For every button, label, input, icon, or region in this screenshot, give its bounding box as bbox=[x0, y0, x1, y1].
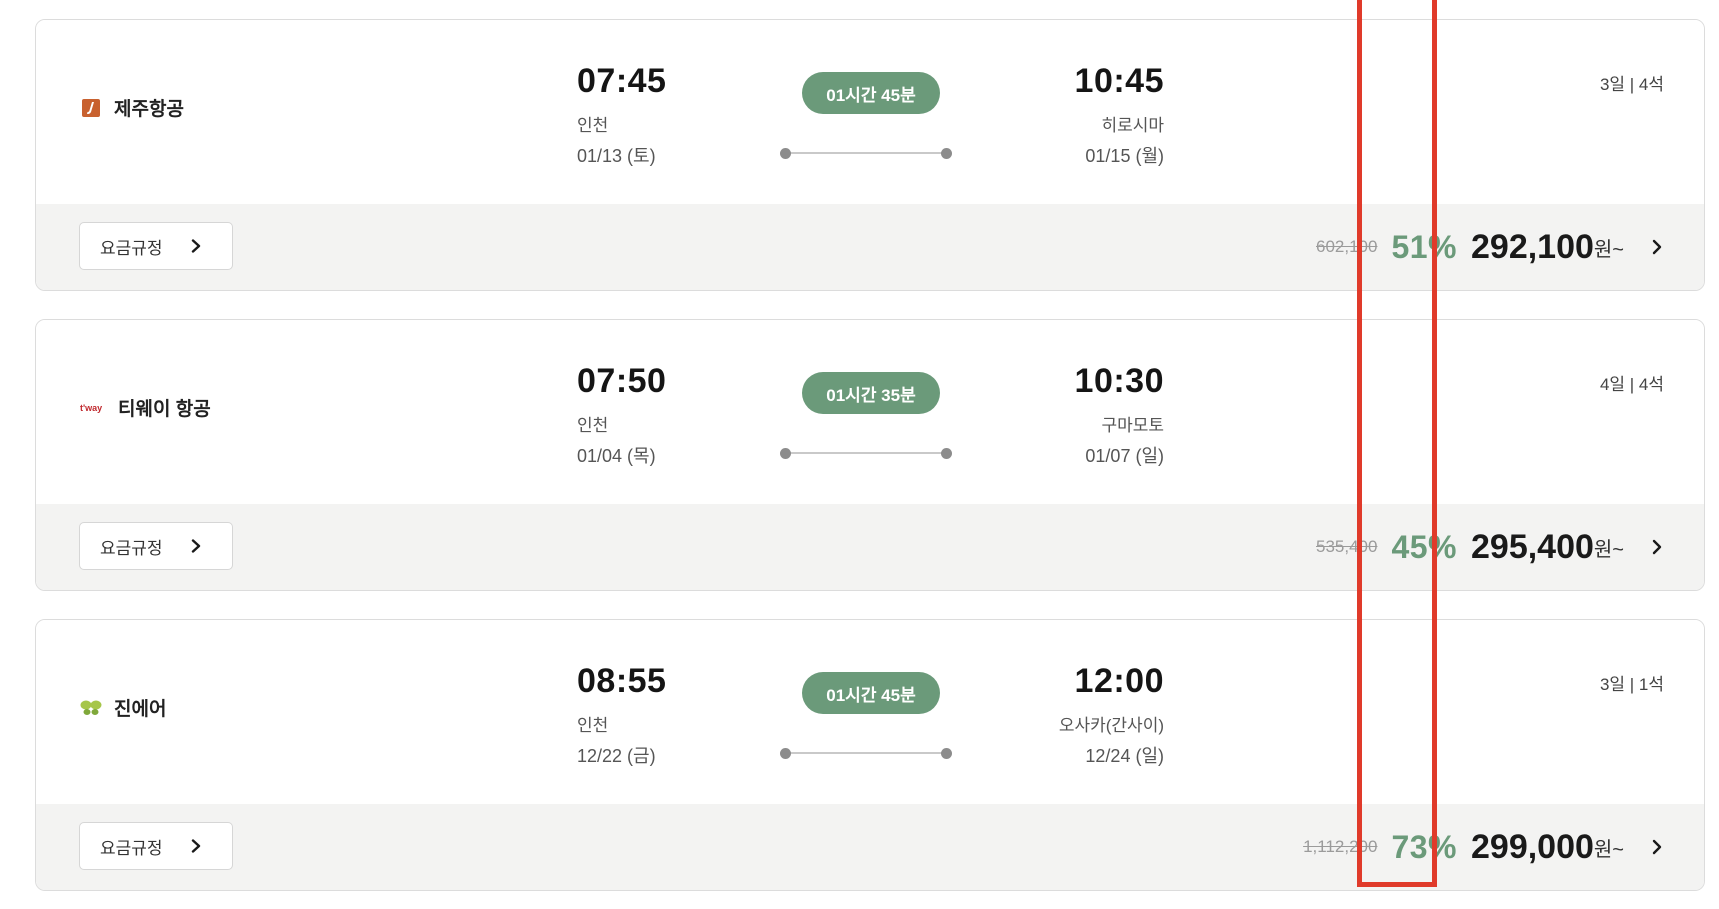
arrival-date: 01/15 (월) bbox=[1085, 146, 1164, 166]
arrival: 12:00 오사카(간사이) 12/24 (일) bbox=[1059, 662, 1164, 768]
departure-date: 01/04 (목) bbox=[577, 446, 656, 466]
arrival-time: 10:45 bbox=[1074, 62, 1164, 100]
fare-rule-label: 요금규정 bbox=[100, 238, 163, 258]
departure: 08:55 인천 12/22 (금) bbox=[577, 662, 666, 768]
departure: 07:50 인천 01/04 (목) bbox=[577, 362, 666, 468]
chevron-right-icon[interactable] bbox=[1650, 239, 1664, 255]
arrival-city: 오사카(간사이) bbox=[1058, 716, 1164, 735]
price-suffix: 원~ bbox=[1593, 838, 1624, 861]
route-line bbox=[780, 448, 952, 459]
fare-rule-label: 요금규정 bbox=[100, 538, 163, 558]
arrival-city: 히로시마 bbox=[1101, 116, 1164, 135]
tway-logo-icon: t'way bbox=[80, 397, 106, 419]
stay-seats: 3일 | 1석 bbox=[1599, 675, 1664, 694]
airline: t'way 티웨이 항공 bbox=[80, 394, 211, 421]
departure-city: 인천 bbox=[577, 416, 609, 435]
price-row: 602,100 51% 292,100 원~ bbox=[1316, 204, 1664, 290]
flight-card[interactable]: 제주항공 07:45 인천 01/13 (토) 01시간 45분 10:45 히… bbox=[35, 19, 1705, 291]
departure-time: 08:55 bbox=[577, 662, 667, 700]
sale-price: 295,400 bbox=[1471, 527, 1594, 566]
departure-city: 인천 bbox=[577, 716, 609, 735]
airline-name: 티웨이 항공 bbox=[118, 399, 211, 420]
jinair-butterfly-icon bbox=[80, 697, 102, 719]
fare-rule-button[interactable]: 요금규정 bbox=[79, 222, 233, 270]
flight-results-page: 제주항공 07:45 인천 01/13 (토) 01시간 45분 10:45 히… bbox=[0, 0, 1719, 909]
chevron-right-icon bbox=[191, 839, 200, 853]
arrival-time: 10:30 bbox=[1074, 362, 1164, 400]
chevron-right-icon[interactable] bbox=[1650, 539, 1664, 555]
flight-card[interactable]: 진에어 08:55 인천 12/22 (금) 01시간 45분 12:00 오사… bbox=[35, 619, 1705, 891]
discount-rate: 73% bbox=[1391, 828, 1457, 865]
fare-rule-button[interactable]: 요금규정 bbox=[79, 522, 233, 570]
flight-info: 제주항공 07:45 인천 01/13 (토) 01시간 45분 10:45 히… bbox=[36, 20, 1704, 206]
duration-badge: 01시간 35분 bbox=[802, 372, 940, 414]
price-row: 535,400 45% 295,400 원~ bbox=[1316, 504, 1664, 590]
price-row: 1,112,200 73% 299,000 원~ bbox=[1303, 804, 1664, 890]
svg-text:t'way: t'way bbox=[80, 403, 102, 413]
chevron-right-icon[interactable] bbox=[1650, 839, 1664, 855]
stay-seats: 4일 | 4석 bbox=[1599, 375, 1664, 394]
airline-name: 진에어 bbox=[114, 699, 167, 720]
price-bar: 요금규정 535,400 45% 295,400 원~ bbox=[36, 504, 1704, 590]
discount-rate: 51% bbox=[1391, 228, 1457, 265]
flight-info: 진에어 08:55 인천 12/22 (금) 01시간 45분 12:00 오사… bbox=[36, 620, 1704, 806]
departure-date: 01/13 (토) bbox=[577, 146, 656, 166]
departure-date: 12/22 (금) bbox=[577, 746, 656, 766]
route-line bbox=[780, 148, 952, 159]
route-line bbox=[780, 748, 952, 759]
fare-rule-label: 요금규정 bbox=[100, 838, 163, 858]
price-suffix: 원~ bbox=[1593, 238, 1624, 261]
arrival-date: 01/07 (일) bbox=[1085, 446, 1164, 466]
sale-price: 292,100 bbox=[1471, 227, 1594, 266]
departure: 07:45 인천 01/13 (토) bbox=[577, 62, 666, 168]
departure-city: 인천 bbox=[577, 116, 609, 135]
duration-badge: 01시간 45분 bbox=[802, 72, 940, 114]
sale-price: 299,000 bbox=[1471, 827, 1594, 866]
original-price: 1,112,200 bbox=[1303, 837, 1378, 856]
arrival-city: 구마모토 bbox=[1101, 416, 1164, 435]
arrival: 10:30 구마모토 01/07 (일) bbox=[1075, 362, 1164, 468]
flight-card[interactable]: t'way 티웨이 항공 07:50 인천 01/04 (목) 01시간 35분… bbox=[35, 319, 1705, 591]
airline-name: 제주항공 bbox=[114, 99, 184, 120]
duration-badge: 01시간 45분 bbox=[802, 672, 940, 714]
original-price: 602,100 bbox=[1316, 237, 1378, 256]
stay-seats: 3일 | 4석 bbox=[1599, 75, 1664, 94]
discount-rate: 45% bbox=[1391, 528, 1457, 565]
arrival-date: 12/24 (일) bbox=[1085, 746, 1164, 766]
jeju-air-logo-icon bbox=[80, 97, 102, 119]
airline: 제주항공 bbox=[80, 94, 184, 121]
chevron-right-icon bbox=[191, 239, 200, 253]
flight-info: t'way 티웨이 항공 07:50 인천 01/04 (목) 01시간 35분… bbox=[36, 320, 1704, 506]
chevron-right-icon bbox=[191, 539, 200, 553]
price-suffix: 원~ bbox=[1593, 538, 1624, 561]
arrival: 10:45 히로시마 01/15 (월) bbox=[1075, 62, 1164, 168]
original-price: 535,400 bbox=[1316, 537, 1378, 556]
price-bar: 요금규정 602,100 51% 292,100 원~ bbox=[36, 204, 1704, 290]
price-bar: 요금규정 1,112,200 73% 299,000 원~ bbox=[36, 804, 1704, 890]
departure-time: 07:50 bbox=[577, 362, 667, 400]
arrival-time: 12:00 bbox=[1074, 662, 1164, 700]
airline: 진에어 bbox=[80, 694, 166, 721]
fare-rule-button[interactable]: 요금규정 bbox=[79, 822, 233, 870]
departure-time: 07:45 bbox=[577, 62, 667, 100]
